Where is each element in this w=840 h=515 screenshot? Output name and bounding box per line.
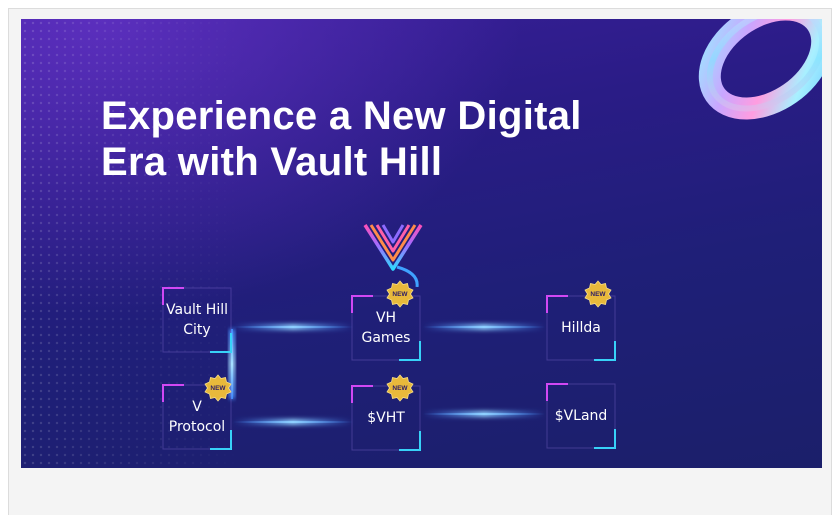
link-vaulthill-vhgames — [233, 324, 353, 330]
link-vht-vland — [423, 411, 545, 417]
new-badge-vht: NEW — [386, 374, 414, 402]
new-badge-vh-games: NEW — [386, 280, 414, 308]
vault-hill-logo-icon — [363, 224, 423, 287]
link-vprotocol-vht — [233, 419, 353, 425]
node-vault-hill-city[interactable]: Vault Hill City — [162, 287, 232, 353]
node-vland[interactable]: $VLand — [546, 383, 616, 449]
new-badge-hillda: NEW — [584, 280, 612, 308]
node-label: VH Games — [361, 310, 411, 346]
node-label: V Protocol — [168, 399, 226, 435]
promo-banner: Experience a New Digital Era with Vault … — [21, 19, 822, 468]
node-label: $VLand — [554, 408, 608, 424]
node-label: Hillda — [561, 320, 601, 336]
link-vhgames-hillda — [423, 324, 545, 330]
node-label: Vault Hill City — [166, 302, 228, 338]
new-badge-v-protocol: NEW — [204, 374, 232, 402]
node-label: $VHT — [367, 410, 405, 426]
